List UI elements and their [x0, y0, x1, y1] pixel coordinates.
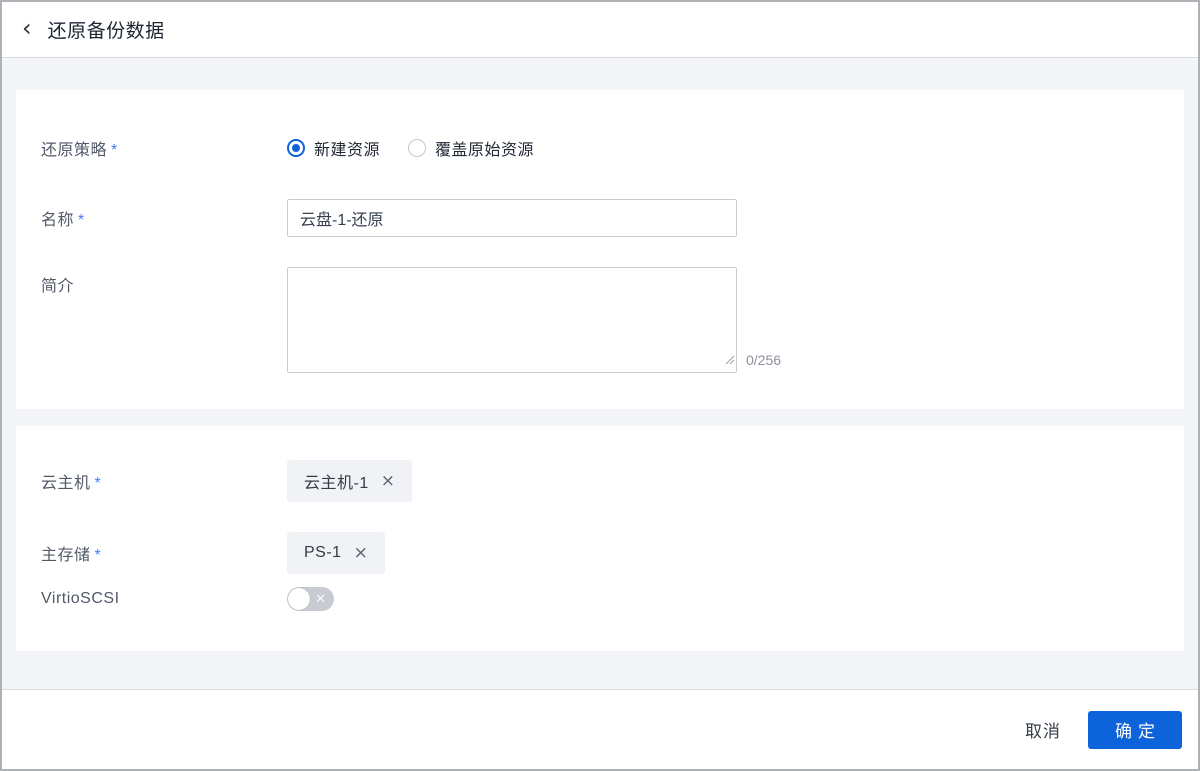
label-text: 主存储	[41, 547, 91, 564]
required-asterisk: *	[78, 212, 85, 229]
label-text: 简介	[41, 278, 75, 295]
virtio-scsi-label: VirtioSCSI	[41, 590, 287, 608]
page-title: 还原备份数据	[47, 21, 165, 42]
label-text: VirtioSCSI	[41, 590, 120, 607]
textarea-wrap	[287, 267, 737, 373]
label-text: 名称	[41, 212, 75, 229]
remove-vm-icon[interactable]: ×	[381, 472, 396, 490]
action-bar: 取消 确定	[2, 689, 1198, 769]
cancel-button[interactable]: 取消	[1025, 717, 1061, 742]
radio-option[interactable]: 覆盖原始资源	[408, 136, 534, 160]
required-asterisk: *	[94, 475, 102, 492]
remove-primary-storage-icon[interactable]: ×	[354, 544, 369, 562]
label-text: 云主机	[41, 475, 91, 492]
vm-tag: 云主机-1 ×	[287, 460, 413, 502]
radio-option[interactable]: 新建资源	[287, 136, 380, 160]
restore-policy-row: 还原策略 * 新建资源 覆盖原始资源	[41, 136, 1159, 160]
description-textarea[interactable]	[287, 267, 737, 373]
required-asterisk: *	[94, 547, 102, 564]
target-resource-panel: 云主机 * 云主机-1 × 主存储 * PS-1 × VirtioSCSI ×	[16, 426, 1184, 651]
description-label: 简介	[41, 267, 287, 296]
virtio-scsi-toggle[interactable]: ×	[287, 587, 334, 611]
basic-info-panel: 还原策略* 新建资源覆盖原始资源 名称* 简介 0/256	[16, 90, 1184, 409]
label-text: 还原策略	[41, 142, 108, 159]
vm-row: 云主机 * 云主机-1 ×	[41, 460, 1159, 502]
radio-option-label: 覆盖原始资源	[435, 142, 535, 159]
primary-storage-tag-label: PS-1	[304, 544, 342, 561]
page-header: ‹ 还原备份数据	[2, 2, 1198, 58]
toggle-knob	[288, 588, 310, 610]
name-input[interactable]	[287, 199, 737, 237]
vm-tag-label: 云主机-1	[304, 475, 369, 492]
primary-storage-row: 主存储 * PS-1 ×	[41, 532, 1159, 574]
radio-option-label: 新建资源	[314, 142, 381, 159]
radio-unselected-icon[interactable]	[408, 139, 427, 157]
virtio-scsi-row: VirtioSCSI ×	[41, 587, 1159, 611]
vm-label: 云主机 *	[41, 469, 287, 493]
restore-policy-options: 新建资源 覆盖原始资源	[287, 136, 534, 160]
description-field: 0/256	[287, 267, 781, 373]
required-asterisk: *	[111, 142, 118, 159]
primary-storage-tag: PS-1 ×	[287, 532, 386, 574]
description-row: 简介 0/256	[41, 267, 1159, 373]
char-counter: 0/256	[746, 352, 782, 368]
restore-policy-label: 还原策略 *	[41, 136, 287, 160]
name-row: 名称 *	[41, 199, 1159, 237]
name-label: 名称 *	[41, 206, 287, 230]
confirm-button[interactable]: 确定	[1088, 710, 1182, 749]
resize-handle-icon[interactable]	[725, 352, 735, 370]
primary-storage-label: 主存储 *	[41, 541, 287, 565]
form-body: 还原策略* 新建资源覆盖原始资源 名称* 简介 0/256	[2, 58, 1198, 689]
back-icon[interactable]: ‹	[22, 16, 32, 40]
radio-selected-icon[interactable]	[287, 139, 305, 157]
toggle-off-icon: ×	[315, 591, 326, 607]
